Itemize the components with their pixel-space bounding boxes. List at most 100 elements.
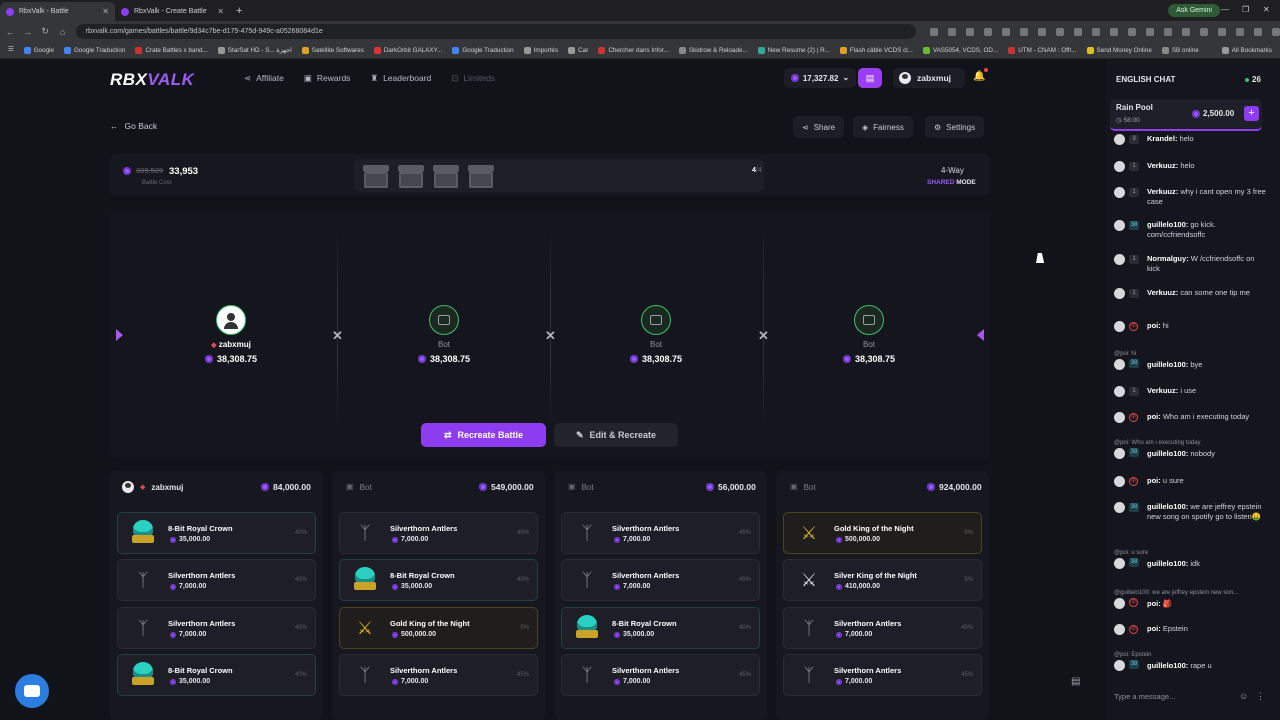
message-author[interactable]: Verkuuz: <box>1147 187 1178 196</box>
message-author[interactable]: guillelo100: <box>1147 502 1188 511</box>
item-card[interactable]: ᛉ Silverthorn Antlers 7,000.00 45% <box>339 654 538 696</box>
message-author[interactable]: guillelo100: <box>1147 449 1188 458</box>
bookmark[interactable]: Google <box>23 46 54 54</box>
bookmark[interactable]: VAS5054, VCDS, OD... <box>922 46 998 54</box>
item-card[interactable]: ⚔ Gold King of the Night 500,000.00 5% <box>339 607 538 649</box>
extension-icon[interactable] <box>1164 27 1172 36</box>
bookmark[interactable]: Chercher dans Infor... <box>598 46 669 54</box>
bookmark-folder[interactable]: Car <box>568 46 588 54</box>
bookmark[interactable]: Skidrow & Reloade... <box>678 46 748 54</box>
extension-icon[interactable] <box>1254 27 1262 36</box>
extension-icon[interactable] <box>1092 27 1100 36</box>
avatar[interactable] <box>1114 359 1125 370</box>
item-card[interactable]: 8-Bit Royal Crown 35,000.00 40% <box>339 559 538 601</box>
close-window-icon[interactable]: ✕ <box>1263 5 1270 14</box>
message-author[interactable]: guillelo100: <box>1147 559 1188 568</box>
go-back-link[interactable]: ← Go Back <box>110 121 157 131</box>
extension-icon[interactable] <box>1056 27 1064 36</box>
bookmark[interactable]: SB online <box>1161 46 1199 54</box>
message-author[interactable]: Verkuuz: <box>1147 386 1178 395</box>
bookmark[interactable]: Crate Battles x band... <box>135 46 208 54</box>
bookmark[interactable]: New Resume (2) | R... <box>757 46 830 54</box>
forward-icon[interactable]: → <box>20 27 34 37</box>
bookmark[interactable]: Send Money Online <box>1086 46 1152 54</box>
chat-input[interactable]: Type a message... <box>1114 692 1175 701</box>
extension-icon[interactable] <box>1038 27 1046 36</box>
ask-gemini-button[interactable]: Ask Gemini <box>1168 4 1220 17</box>
notifications-bell-icon[interactable]: 🔔 <box>973 68 989 82</box>
extension-icon[interactable] <box>1128 27 1136 36</box>
chat-title[interactable]: ENGLISH CHAT <box>1116 75 1175 84</box>
avatar[interactable] <box>1114 502 1125 513</box>
item-card[interactable]: 8-Bit Royal Crown 35,000.00 40% <box>117 512 316 554</box>
extension-icon[interactable] <box>1002 27 1010 36</box>
message-author[interactable]: Normalguy: <box>1147 254 1189 263</box>
minimize-icon[interactable]: — <box>1221 5 1229 14</box>
new-tab-button[interactable]: + <box>236 5 242 17</box>
maximize-icon[interactable]: ❐ <box>1242 5 1249 14</box>
reload-icon[interactable]: ↻ <box>38 26 52 37</box>
message-author[interactable]: poi: <box>1147 412 1161 421</box>
item-card[interactable]: ᛉ Silverthorn Antlers 7,000.00 45% <box>339 512 538 554</box>
item-card[interactable]: ⚔ Gold King of the Night 500,000.00 5% <box>783 512 982 554</box>
tip-rain-button[interactable]: + <box>1244 106 1259 121</box>
home-icon[interactable]: ⌂ <box>55 27 69 37</box>
extension-icon[interactable] <box>1272 27 1280 36</box>
share-button[interactable]: ⋖ Share <box>793 116 845 138</box>
browser-tab-battle[interactable]: RbxValk - Battle ✕ <box>0 2 115 21</box>
item-card[interactable]: 8-Bit Royal Crown 35,000.00 40% <box>117 654 316 696</box>
message-author[interactable]: poi: <box>1147 321 1161 330</box>
recreate-battle-button[interactable]: ⇄ Recreate Battle <box>421 423 546 447</box>
extension-icon[interactable] <box>1020 27 1028 36</box>
extension-icon[interactable] <box>930 27 938 36</box>
nav-rewards[interactable]: ▣ Rewards <box>304 73 351 83</box>
item-card[interactable]: ᛉ Silverthorn Antlers 7,000.00 45% <box>783 654 982 696</box>
item-card[interactable]: ᛉ Silverthorn Antlers 7,000.00 45% <box>561 654 760 696</box>
message-author[interactable]: Verkuuz: <box>1147 161 1178 170</box>
avatar[interactable] <box>1114 288 1125 299</box>
avatar[interactable] <box>1114 476 1125 487</box>
bookmark[interactable]: Flash câble VCDS cl... <box>839 46 913 54</box>
extension-icon[interactable] <box>984 27 992 36</box>
bookmark[interactable]: Satellite Softwares <box>301 46 364 54</box>
back-icon[interactable]: ← <box>3 27 17 37</box>
extension-icon[interactable] <box>1200 27 1208 36</box>
item-card[interactable]: 8-Bit Royal Crown 35,000.00 40% <box>561 607 760 649</box>
message-author[interactable]: Krandel: <box>1147 134 1177 143</box>
avatar[interactable] <box>1114 624 1125 635</box>
item-card[interactable]: ⚔ Silver King of the Night 410,000.00 5% <box>783 559 982 601</box>
item-card[interactable]: ᛉ Silverthorn Antlers 7,000.00 45% <box>117 607 316 649</box>
bookmark[interactable]: StarSat HD - S... اجهزة <box>217 46 292 54</box>
site-logo[interactable]: RBXVALK <box>110 70 194 90</box>
avatar[interactable] <box>1114 598 1125 609</box>
nav-affiliate[interactable]: ⋖ Affiliate <box>244 73 284 83</box>
url-field[interactable]: rbxvalk.com/games/battles/battle/9d34c7b… <box>75 24 916 39</box>
avatar[interactable] <box>1114 254 1125 265</box>
bookmark[interactable]: UTM - CNAM : Offr... <box>1008 46 1077 54</box>
edit-recreate-button[interactable]: ✎ Edit & Recreate <box>554 423 678 447</box>
bookmark-folder[interactable]: Importés <box>523 46 558 54</box>
avatar[interactable] <box>1114 161 1125 172</box>
item-card[interactable]: ᛉ Silverthorn Antlers 7,000.00 45% <box>561 559 760 601</box>
message-author[interactable]: guillelo100: <box>1147 360 1188 369</box>
apps-icon[interactable]: ☰ <box>8 46 14 53</box>
user-menu[interactable]: zabxmuj <box>893 68 965 88</box>
balance-display[interactable]: 17,327.82 ⌄ <box>784 68 856 88</box>
more-icon[interactable]: ⋮ <box>1256 691 1265 702</box>
nav-leaderboard[interactable]: ♜ Leaderboard <box>370 73 431 83</box>
avatar[interactable] <box>1114 386 1125 397</box>
fairness-button[interactable]: ◈ Fairness <box>853 116 913 138</box>
avatar[interactable] <box>1114 448 1125 459</box>
bookmark[interactable]: Google Traduction <box>63 46 125 54</box>
item-card[interactable]: ᛉ Silverthorn Antlers 7,000.00 45% <box>783 607 982 649</box>
avatar[interactable] <box>1114 660 1125 671</box>
bookmark[interactable]: DarkOrbit GALAXY... <box>373 46 442 54</box>
close-tab-icon[interactable]: ✕ <box>217 7 224 16</box>
extension-icon[interactable] <box>1218 27 1226 36</box>
item-card[interactable]: ᛉ Silverthorn Antlers 7,000.00 45% <box>561 512 760 554</box>
avatar[interactable] <box>1114 558 1125 569</box>
all-bookmarks-folder[interactable]: All Bookmarks <box>1221 46 1272 54</box>
avatar[interactable] <box>1114 220 1125 231</box>
item-card[interactable]: ᛉ Silverthorn Antlers 7,000.00 45% <box>117 559 316 601</box>
extension-icon[interactable] <box>966 27 974 36</box>
